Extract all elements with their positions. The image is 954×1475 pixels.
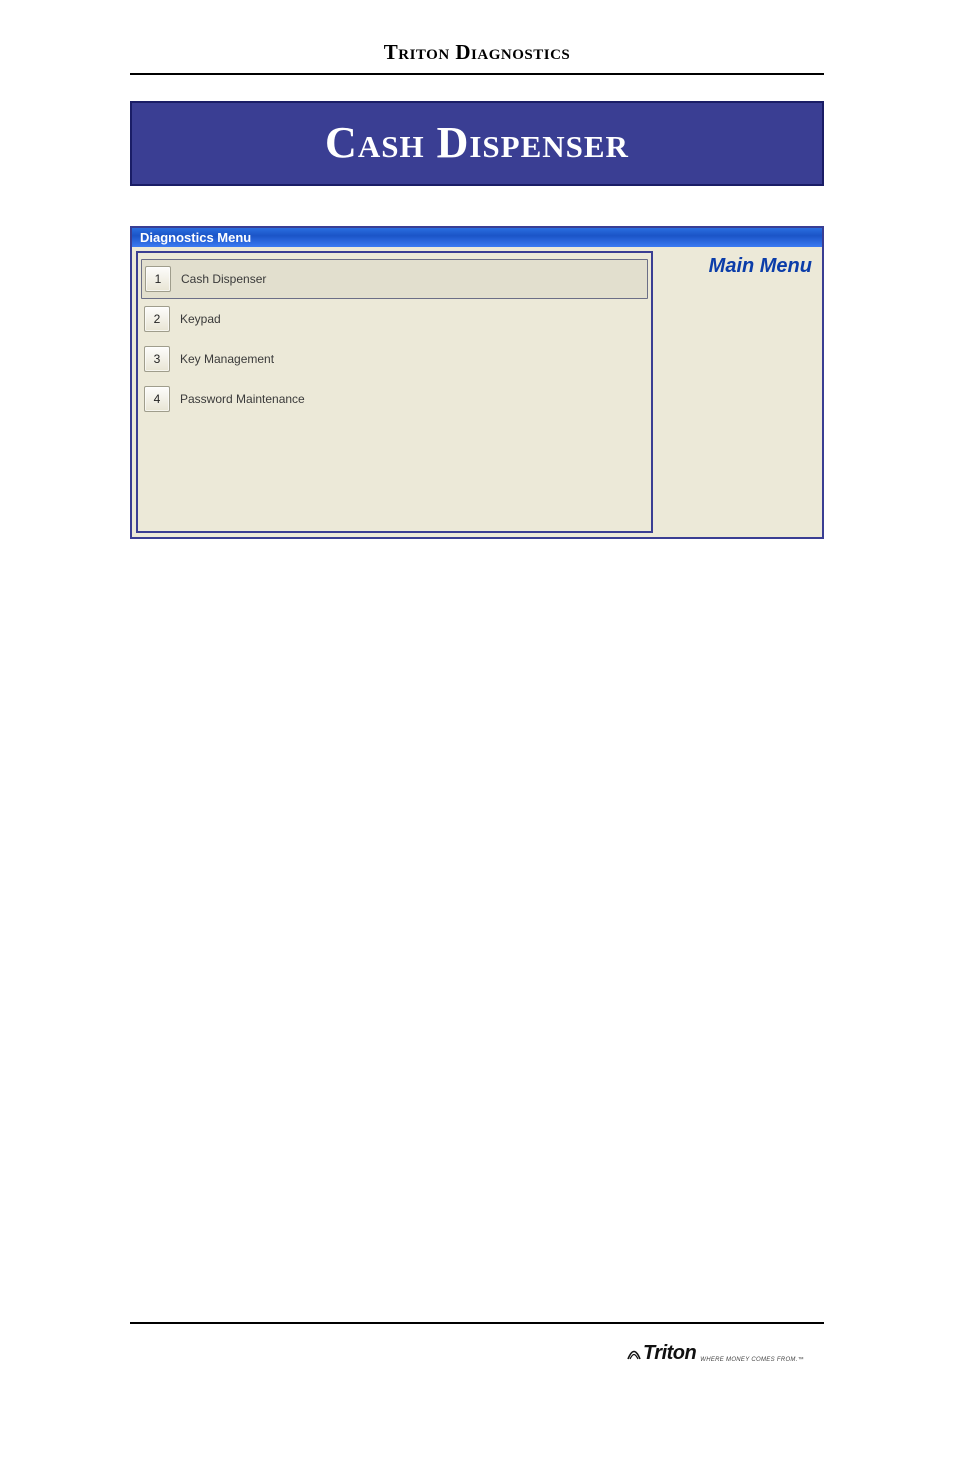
menu-item-cash-dispenser[interactable]: 1 Cash Dispenser xyxy=(141,259,648,299)
menu-num-button-2[interactable]: 2 xyxy=(144,306,170,332)
menu-label: Password Maintenance xyxy=(180,392,305,406)
menu-label: Key Management xyxy=(180,352,274,366)
menu-num-button-4[interactable]: 4 xyxy=(144,386,170,412)
menu-label: Cash Dispenser xyxy=(181,272,266,286)
doc-header: Triton Diagnostics xyxy=(130,40,824,73)
diagnostics-window: Diagnostics Menu 1 Cash Dispenser 2 Keyp… xyxy=(130,226,824,539)
menu-num-button-1[interactable]: 1 xyxy=(145,266,171,292)
header-divider xyxy=(130,73,824,75)
side-panel: Main Menu xyxy=(653,247,822,537)
menu-num-button-3[interactable]: 3 xyxy=(144,346,170,372)
menu-item-keypad[interactable]: 2 Keypad xyxy=(144,299,645,339)
menu-panel: 1 Cash Dispenser 2 Keypad 3 Key Manageme… xyxy=(136,251,653,533)
section-title-banner: Cash Dispenser xyxy=(130,101,824,186)
section-title: Cash Dispenser xyxy=(132,117,822,168)
window-titlebar: Diagnostics Menu xyxy=(132,226,822,247)
menu-label: Keypad xyxy=(180,312,221,326)
main-menu-heading: Main Menu xyxy=(653,255,812,278)
triton-logo-icon xyxy=(627,1347,641,1361)
menu-item-key-management[interactable]: 3 Key Management xyxy=(144,339,645,379)
window-title: Diagnostics Menu xyxy=(140,230,251,245)
page-footer: Triton WHERE MONEY COMES FROM.™ xyxy=(130,1322,824,1365)
menu-item-password-maintenance[interactable]: 4 Password Maintenance xyxy=(144,379,645,419)
triton-logo-text: Triton xyxy=(643,1342,696,1365)
triton-logo: Triton WHERE MONEY COMES FROM.™ xyxy=(627,1342,804,1365)
triton-tagline: WHERE MONEY COMES FROM.™ xyxy=(700,1357,804,1363)
footer-divider xyxy=(130,1322,824,1324)
